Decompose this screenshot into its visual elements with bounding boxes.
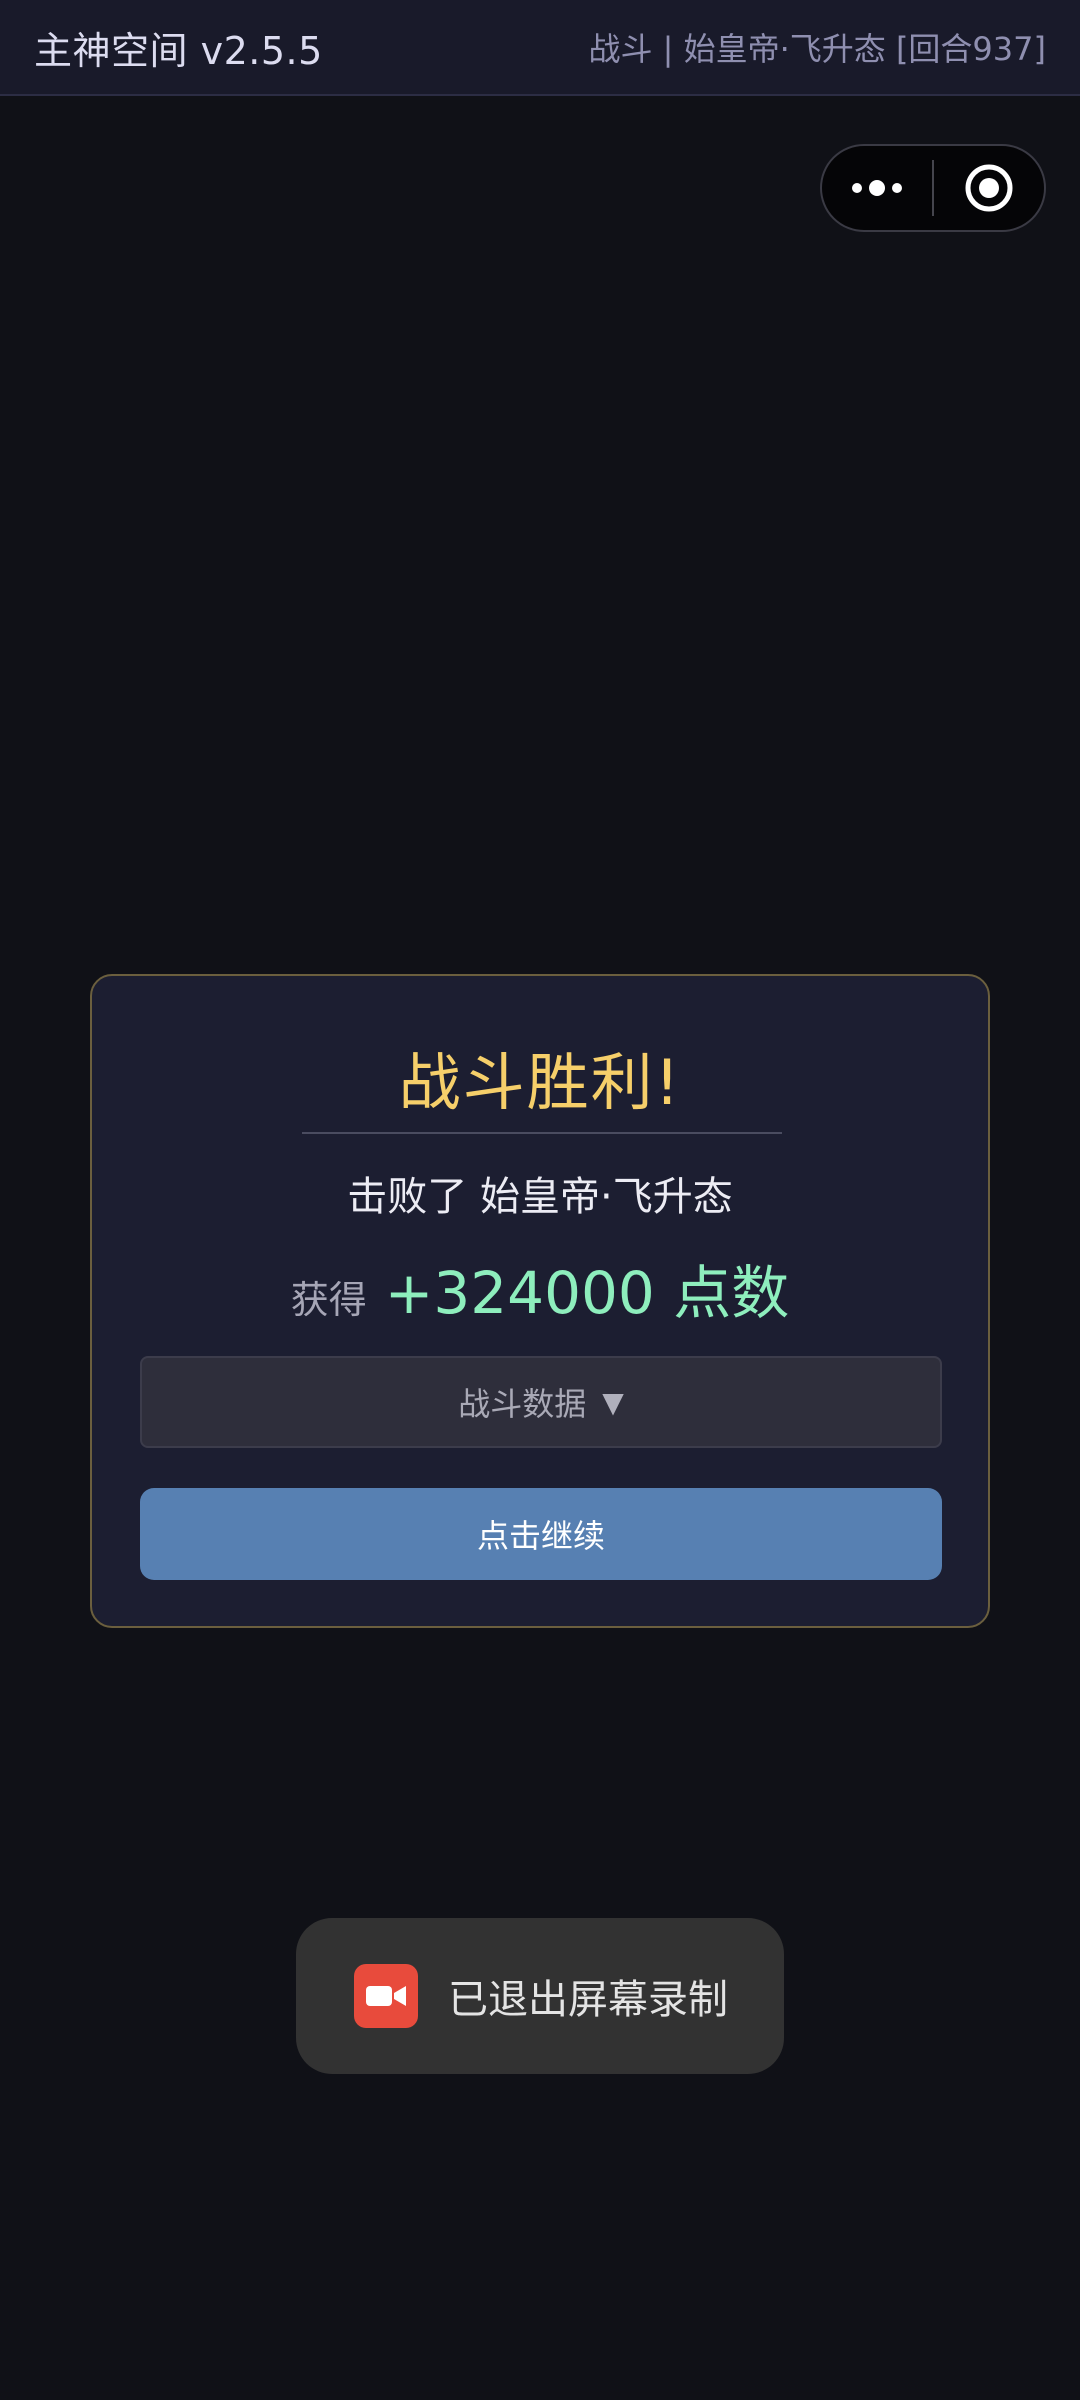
- close-miniprogram-button[interactable]: [934, 146, 1044, 230]
- victory-dialog: 战斗胜利! 击败了 始皇帝·飞升态 获得 +324000 点数 战斗数据 ▼ 点…: [90, 974, 990, 1628]
- caret-down-icon: ▼: [602, 1385, 624, 1419]
- battle-stats-label: 战斗数据: [458, 1385, 587, 1423]
- reward-value: +324000 点数: [384, 1259, 790, 1327]
- more-button[interactable]: [822, 146, 932, 230]
- reward-label: 获得: [290, 1278, 367, 1322]
- screen-recording-toast: 已退出屏幕录制: [296, 1918, 784, 2074]
- defeated-text: 击败了 始皇帝·飞升态: [347, 1174, 733, 1220]
- title-divider: [302, 1132, 782, 1134]
- victory-title: 战斗胜利!: [398, 1046, 682, 1119]
- more-dots-icon: [852, 180, 902, 196]
- mini-program-capsule: [820, 144, 1046, 232]
- top-bar: 主神空间 v2.5.5 战斗 | 始皇帝·飞升态 [回合937]: [0, 0, 1080, 96]
- battle-stats-toggle[interactable]: 战斗数据 ▼: [140, 1356, 942, 1448]
- reward-row: 获得 +324000 点数: [92, 1246, 988, 1330]
- app-title: 主神空间 v2.5.5: [34, 28, 323, 73]
- video-camera-icon: [354, 1964, 418, 2028]
- continue-label: 点击继续: [476, 1517, 605, 1555]
- target-circle-icon: [965, 164, 1013, 212]
- battle-status: 战斗 | 始皇帝·飞升态 [回合937]: [588, 30, 1046, 68]
- continue-button[interactable]: 点击继续: [140, 1488, 942, 1580]
- toast-text: 已退出屏幕录制: [448, 1977, 728, 2023]
